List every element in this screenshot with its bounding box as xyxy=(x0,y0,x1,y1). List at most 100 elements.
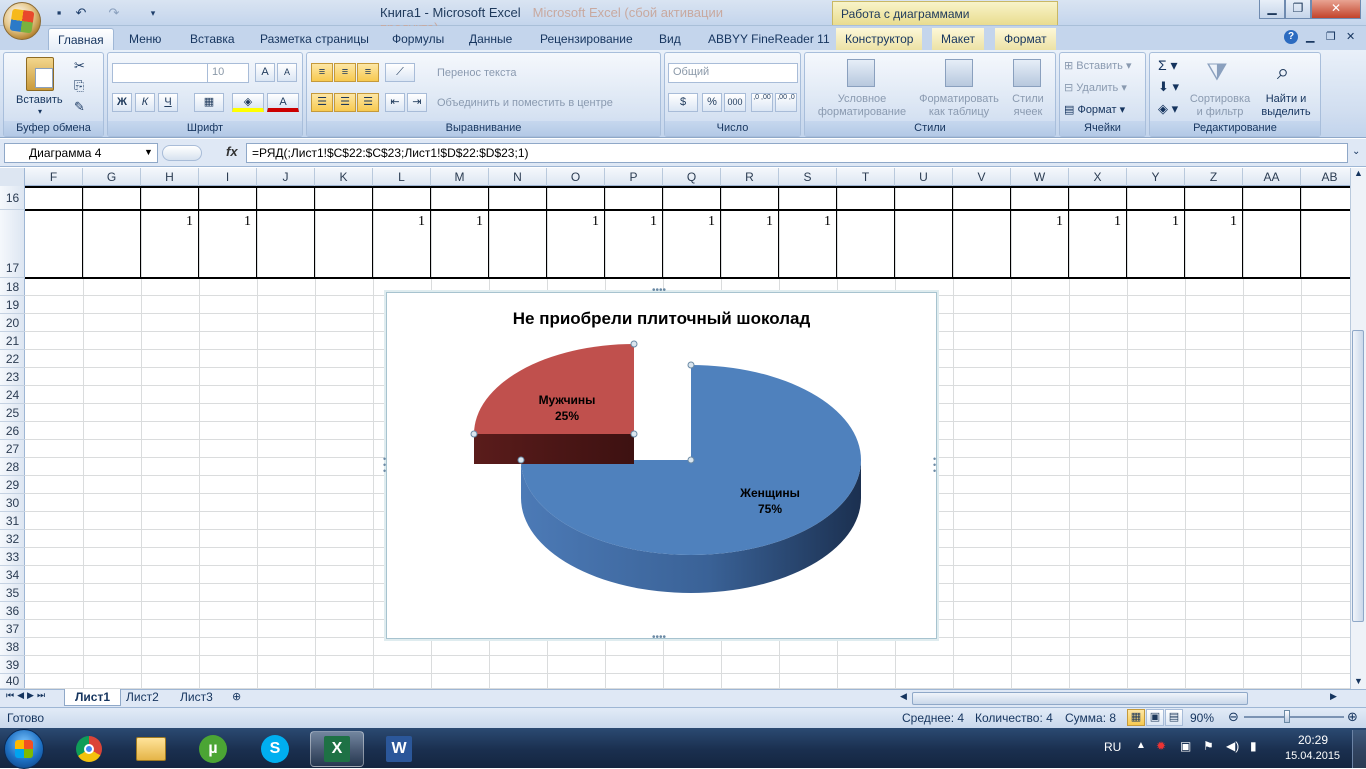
tab-design[interactable]: Конструктор xyxy=(836,28,923,50)
show-desktop-button[interactable] xyxy=(1352,730,1366,768)
scroll-up-icon[interactable]: ▲ xyxy=(1354,168,1363,178)
chart-handle-bottom-icon[interactable]: •••• xyxy=(652,632,666,643)
row-header-22[interactable]: 22 xyxy=(0,350,25,368)
percent-button[interactable]: % xyxy=(702,93,722,112)
maximize-button[interactable]: ❐ xyxy=(1285,0,1311,19)
cell-y17[interactable]: 1 xyxy=(1127,214,1179,230)
column-header-aa[interactable]: AA xyxy=(1243,168,1301,186)
cell-l17[interactable]: 1 xyxy=(373,214,425,230)
tray-antivirus-icon[interactable]: ✹ xyxy=(1156,739,1166,753)
zoom-slider-thumb[interactable] xyxy=(1284,710,1290,723)
row-header-33[interactable]: 33 xyxy=(0,548,25,566)
slice-handle-men-2[interactable] xyxy=(630,430,638,438)
format-painter-icon[interactable]: ✎ xyxy=(74,99,85,115)
row-header-29[interactable]: 29 xyxy=(0,476,25,494)
row-header-18[interactable]: 18 xyxy=(0,278,25,296)
tab-view[interactable]: Вид xyxy=(650,28,690,50)
redo-icon[interactable]: ↷ xyxy=(105,4,123,22)
skype-icon[interactable]: S xyxy=(248,731,302,767)
orientation-icon[interactable]: ⟋ xyxy=(385,63,415,82)
merge-center-button[interactable]: Объединить и поместить в центре xyxy=(437,97,613,109)
font-size-combo[interactable]: 10 xyxy=(207,63,249,83)
page-layout-view-icon[interactable]: ▣ xyxy=(1146,709,1164,726)
tab-menu[interactable]: Меню xyxy=(120,28,170,50)
column-header-l[interactable]: L xyxy=(373,168,431,186)
tab-data[interactable]: Данные xyxy=(460,28,521,50)
utorrent-icon[interactable]: µ xyxy=(186,731,240,767)
ribbon-close-icon[interactable]: ✕ xyxy=(1346,30,1355,43)
word-taskbar-icon[interactable]: W xyxy=(372,731,426,767)
tray-volume-icon[interactable]: ◀) xyxy=(1226,739,1239,753)
column-header-k[interactable]: K xyxy=(315,168,373,186)
slice-handle-women-1[interactable] xyxy=(687,456,695,464)
row-header-31[interactable]: 31 xyxy=(0,512,25,530)
excel-taskbar-icon[interactable]: X xyxy=(310,731,364,767)
column-header-i[interactable]: I xyxy=(199,168,257,186)
font-name-combo[interactable] xyxy=(112,63,208,83)
column-header-x[interactable]: X xyxy=(1069,168,1127,186)
sort-filter-button[interactable]: Сортировка и фильтр xyxy=(1186,93,1254,119)
cell-z17[interactable]: 1 xyxy=(1185,214,1237,230)
zoom-slider[interactable] xyxy=(1244,716,1344,718)
sheet-tab-1[interactable]: Лист1 xyxy=(64,689,122,706)
borders-icon[interactable]: ▦ xyxy=(194,93,224,112)
column-header-r[interactable]: R xyxy=(721,168,779,186)
format-cells-button[interactable]: ▤ Формат ▾ xyxy=(1064,103,1125,116)
cell-i17[interactable]: 1 xyxy=(199,214,251,230)
thousands-button[interactable]: 000 xyxy=(724,93,746,112)
row-header-23[interactable]: 23 xyxy=(0,368,25,386)
sheet-tab-2[interactable]: Лист2 xyxy=(116,689,169,706)
minimize-button[interactable]: ▁ xyxy=(1259,0,1285,19)
pie-chart[interactable]: Не приобрели плиточный шоколад Мужчины 25… xyxy=(386,292,937,639)
align-right-icon[interactable]: ☰ xyxy=(357,93,379,112)
tray-signal-icon[interactable]: ▮ xyxy=(1250,739,1257,753)
chart-handle-left-icon[interactable]: • • • xyxy=(383,455,386,476)
insert-sheet-icon[interactable]: ⊕ xyxy=(232,690,241,703)
find-select-button[interactable]: Найти и выделить xyxy=(1256,93,1316,119)
row-header-20[interactable]: 20 xyxy=(0,314,25,332)
save-icon[interactable]: ▪ xyxy=(50,4,68,22)
column-header-u[interactable]: U xyxy=(895,168,953,186)
row-header-39[interactable]: 39 xyxy=(0,656,25,674)
row-header-24[interactable]: 24 xyxy=(0,386,25,404)
ribbon-restore-icon[interactable]: ❐ xyxy=(1326,30,1336,43)
row-header-32[interactable]: 32 xyxy=(0,530,25,548)
bold-button[interactable]: Ж xyxy=(112,93,132,112)
tab-page-layout[interactable]: Разметка страницы xyxy=(251,28,378,50)
align-left-icon[interactable]: ☰ xyxy=(311,93,333,112)
cut-icon[interactable]: ✂ xyxy=(74,58,85,74)
row-header-25[interactable]: 25 xyxy=(0,404,25,422)
slice-handle-women-0[interactable] xyxy=(687,361,695,369)
clear-icon[interactable]: ◈ ▾ xyxy=(1158,101,1178,117)
name-box[interactable]: Диаграмма 4 xyxy=(4,143,158,163)
language-indicator[interactable]: RU xyxy=(1104,740,1121,754)
row-header-38[interactable]: 38 xyxy=(0,638,25,656)
column-header-m[interactable]: M xyxy=(431,168,489,186)
underline-button[interactable]: Ч xyxy=(158,93,178,112)
ribbon-minimize-icon[interactable]: ▁ xyxy=(1306,30,1314,43)
chrome-icon[interactable] xyxy=(62,731,116,767)
row-header-26[interactable]: 26 xyxy=(0,422,25,440)
column-header-z[interactable]: Z xyxy=(1185,168,1243,186)
cell-x17[interactable]: 1 xyxy=(1069,214,1121,230)
insert-function-icon[interactable]: fx xyxy=(226,144,238,159)
chart-handle-top-icon[interactable]: •••• xyxy=(652,285,666,296)
wrap-text-button[interactable]: Перенос текста xyxy=(437,67,517,79)
increase-indent-icon[interactable]: ⇥ xyxy=(407,93,427,112)
autosum-icon[interactable]: Σ ▾ xyxy=(1158,57,1178,74)
fill-color-icon[interactable]: ◈ xyxy=(232,93,264,112)
scroll-left-icon[interactable]: ◀ xyxy=(900,691,907,702)
column-header-p[interactable]: P xyxy=(605,168,663,186)
row-header-16[interactable]: 16 xyxy=(0,186,25,210)
format-as-table-button[interactable]: Форматировать как таблицу xyxy=(913,93,1005,119)
column-header-o[interactable]: O xyxy=(547,168,605,186)
row-header-34[interactable]: 34 xyxy=(0,566,25,584)
decrease-indent-icon[interactable]: ⇤ xyxy=(385,93,405,112)
tab-abbyy[interactable]: ABBYY FineReader 11 xyxy=(699,28,839,50)
column-header-t[interactable]: T xyxy=(837,168,895,186)
tab-home[interactable]: Главная xyxy=(48,28,114,50)
align-middle-icon[interactable]: ≡ xyxy=(334,63,356,82)
align-top-icon[interactable]: ≡ xyxy=(311,63,333,82)
cell-w17[interactable]: 1 xyxy=(1011,214,1063,230)
pie-side-men[interactable] xyxy=(474,434,634,464)
